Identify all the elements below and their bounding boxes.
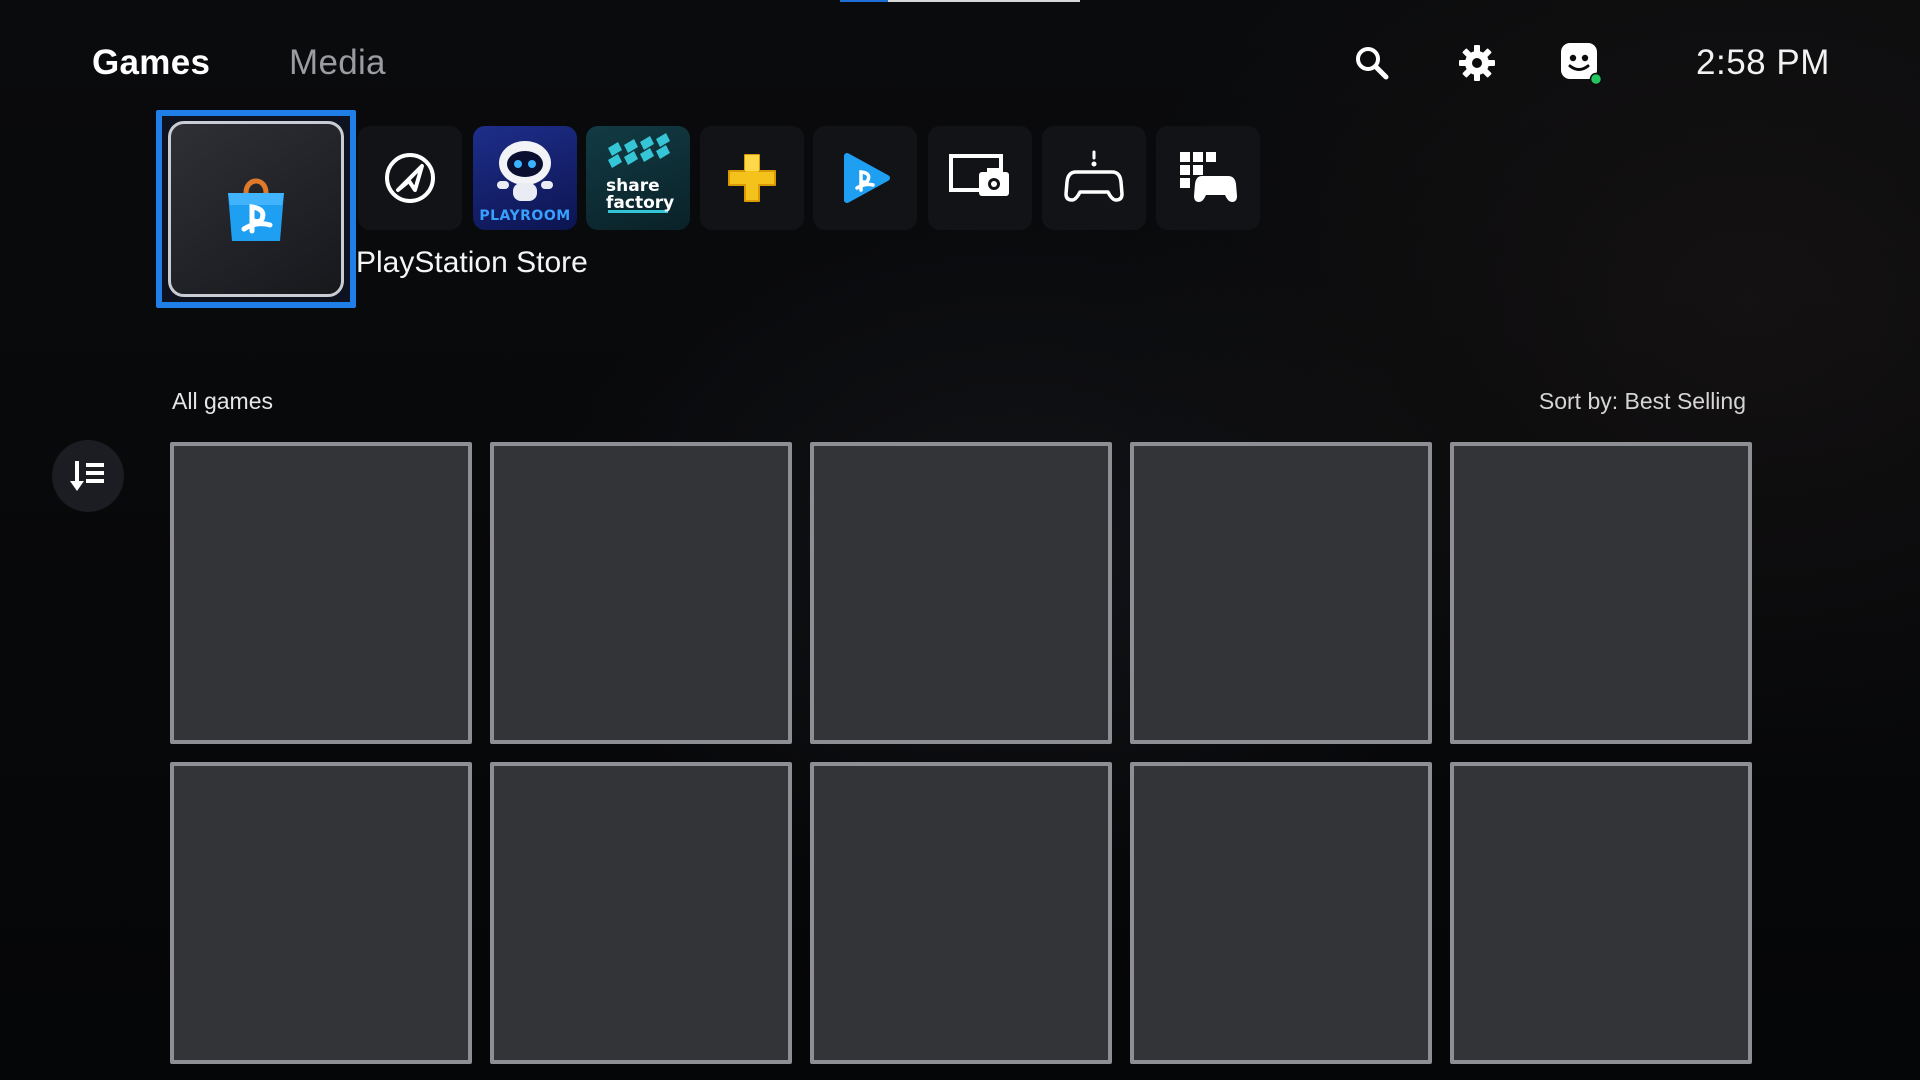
game-tile[interactable] [170,442,472,744]
launcher-playstation-store[interactable] [156,110,356,308]
section-title: All games [172,388,273,414]
search-icon[interactable] [1347,38,1397,88]
gear-icon[interactable] [1452,38,1502,88]
launcher-astro-playroom[interactable]: PLAYROOM [473,126,577,230]
scroll-indicator [840,0,1080,2]
online-status-icon [1589,72,1603,86]
launcher-media-gallery[interactable] [928,126,1032,230]
clock: 2:58 PM [1696,43,1830,82]
launcher-selected-label: PlayStation Store [356,246,588,279]
launcher-share-factory[interactable]: share factory [586,126,690,230]
launcher-explore[interactable] [358,126,462,230]
astro-bot-icon [497,141,553,201]
controller-icon [1064,150,1124,202]
sort-label[interactable]: Sort by: Best Selling [1539,386,1746,416]
game-tile[interactable] [1450,762,1752,1064]
sort-list-icon [70,461,104,491]
compass-rocket-icon [385,153,435,203]
game-tile[interactable] [810,762,1112,1064]
avatar-icon[interactable] [1556,38,1606,88]
launcher-remote-play[interactable] [1042,126,1146,230]
game-tile[interactable] [1130,442,1432,744]
game-tile[interactable] [1130,762,1432,1064]
ps5-home-screen: Games Media 2:58 PM PlayStation Store PL… [0,0,1920,1080]
tab-media[interactable]: Media [289,42,386,84]
launcher-playstation-video[interactable] [813,126,917,230]
game-tile[interactable] [170,762,472,1064]
shopping-bag-icon [228,178,284,241]
game-tile[interactable] [1450,442,1752,744]
play-icon [844,153,890,203]
games-grid [170,442,1755,1064]
game-tile[interactable] [810,442,1112,744]
grid-controller-icon [1180,152,1237,202]
game-tile[interactable] [490,762,792,1064]
tab-games[interactable]: Games [92,42,210,84]
plus-icon [728,154,776,202]
game-tile[interactable] [490,442,792,744]
sort-button[interactable] [52,440,124,512]
screen-camera-icon [949,154,1009,196]
astro-playroom-text: PLAYROOM [479,208,571,224]
launcher-playstation-plus[interactable] [700,126,804,230]
launcher-game-library[interactable] [1156,126,1260,230]
share-factory-text: share factory [606,176,675,213]
